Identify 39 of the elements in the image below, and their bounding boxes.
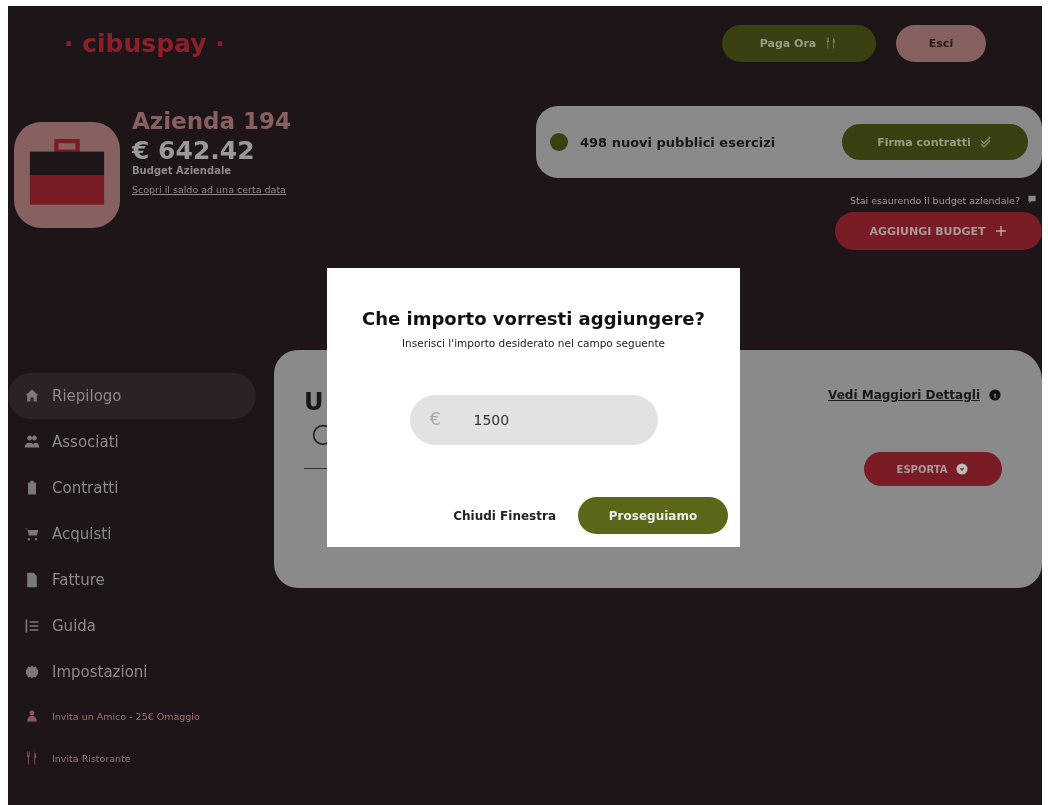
sidebar-item[interactable]: Riepilogo — [8, 373, 256, 419]
gear-icon — [24, 664, 40, 680]
plus-icon — [993, 224, 1008, 238]
sidebar-item[interactable]: Acquisti — [8, 511, 256, 557]
balance-amount: € 642.42 — [132, 136, 255, 165]
person-icon — [24, 708, 40, 724]
dialog-title: Che importo vorresti aggiungere? — [362, 308, 705, 329]
download-icon — [955, 462, 970, 476]
sidebar-item[interactable]: Guida — [8, 603, 256, 649]
sidebar-item[interactable]: Invita un Amico - 25€ Omaggio — [8, 695, 256, 737]
header-button[interactable]: Esci — [896, 24, 986, 62]
sidebar-item[interactable]: Contratti — [8, 465, 256, 511]
details-link[interactable]: Vedi Maggiori Dettagli — [828, 388, 980, 402]
double-check-icon — [978, 135, 993, 149]
dialog-subtitle: Inserisci l'importo desiderato nel campo seguente — [401, 337, 666, 349]
sidebar-item[interactable]: Impostazioni — [8, 649, 256, 695]
header-button[interactable]: Paga Ora — [722, 24, 876, 62]
briefcase-icon — [14, 122, 120, 228]
sidebar-item[interactable]: Associati — [8, 419, 256, 465]
balance-label: Budget Aziendale — [132, 165, 232, 176]
sign-contracts-button[interactable]: Firma contratti — [842, 124, 1028, 160]
balance-date-link[interactable]: Scopri il saldo ad una certa data — [132, 184, 286, 195]
export-button[interactable]: ESPORTA — [864, 452, 1002, 486]
users-icon — [24, 434, 40, 450]
card-title: U — [304, 388, 325, 416]
list-icon — [24, 618, 40, 634]
sidebar-item[interactable]: Invita Ristorante — [8, 737, 256, 779]
continue-button[interactable]: Proseguiamo — [578, 497, 728, 534]
currency-symbol: € — [429, 408, 441, 429]
logo: · cibuspay · — [64, 28, 225, 58]
budget-hint: Stai esaurendo il budget aziendale? — [850, 194, 1020, 206]
company-name: Azienda 194 — [132, 108, 292, 134]
close-button[interactable]: Chiudi Finestra — [447, 507, 562, 524]
file-icon — [24, 572, 40, 588]
home-icon — [24, 388, 40, 404]
notice-text: 498 nuovi pubblici esercizi — [580, 134, 777, 150]
cart-icon — [24, 526, 40, 542]
sidebar-item[interactable]: Fatture — [8, 557, 256, 603]
add-budget-button[interactable]: AGGIUNGI BUDGET — [835, 212, 1042, 250]
